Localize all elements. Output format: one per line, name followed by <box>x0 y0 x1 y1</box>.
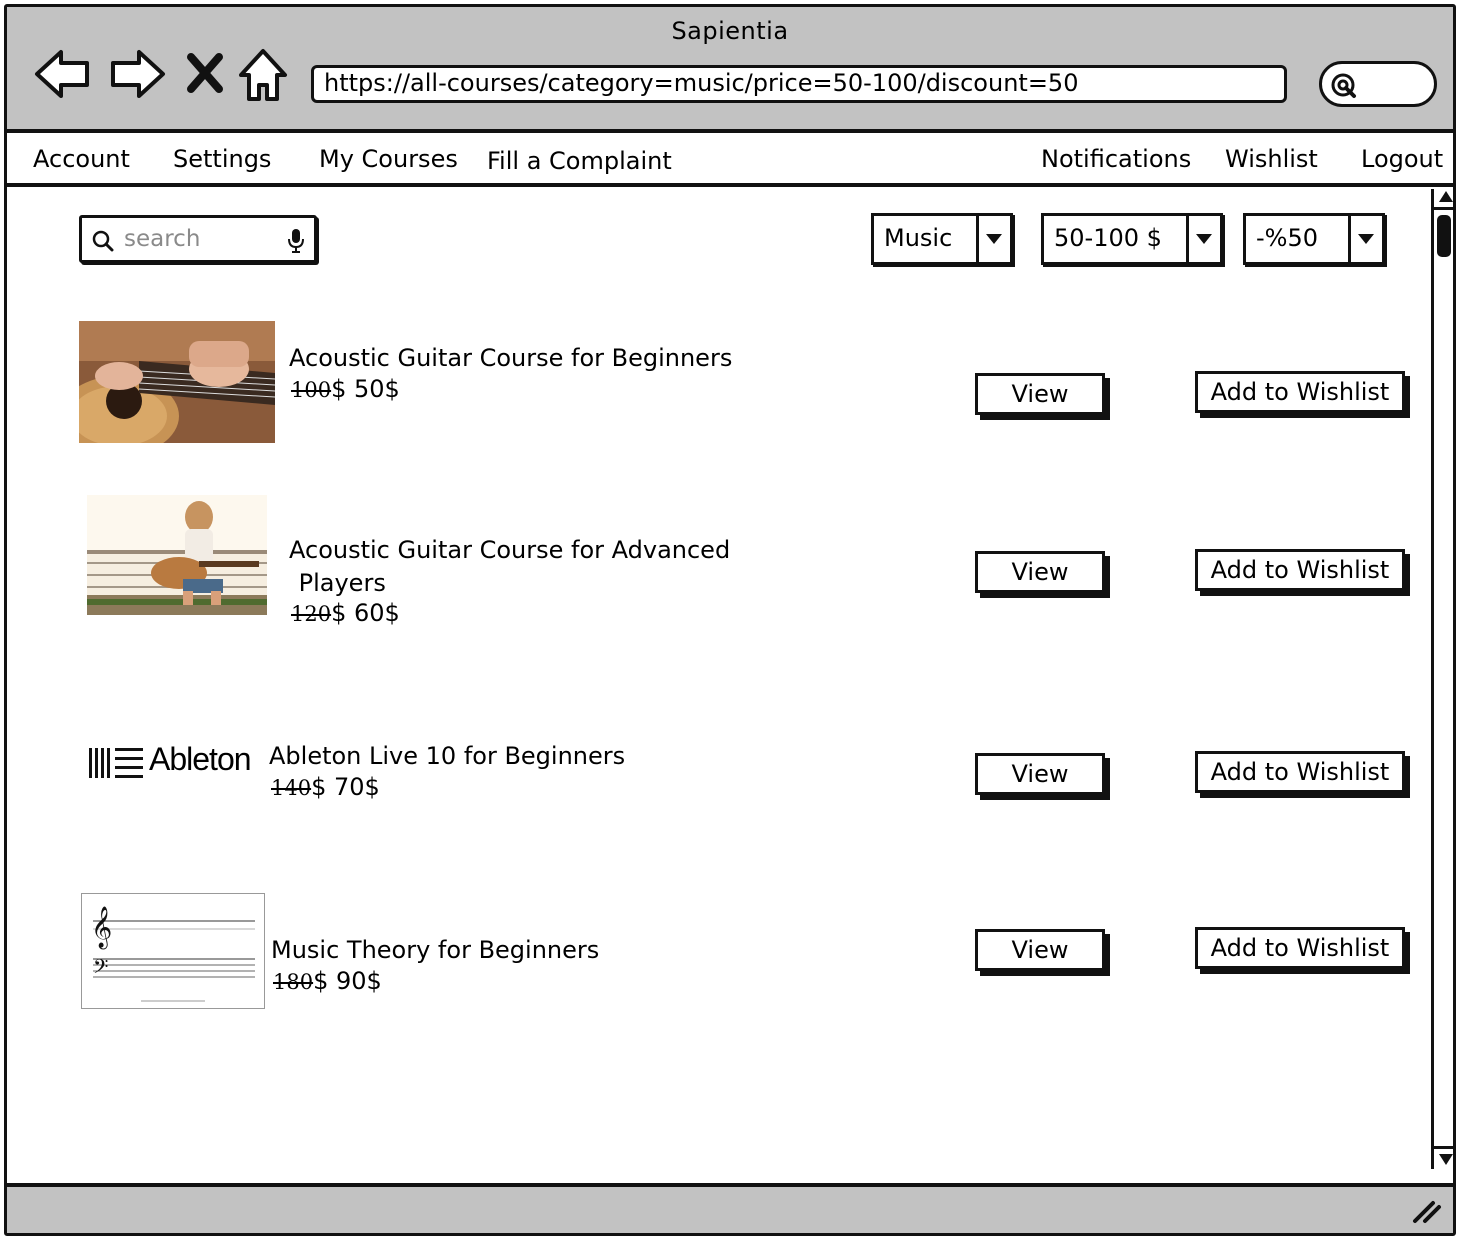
menu-account[interactable]: Account <box>33 145 130 173</box>
svg-text:𝄢: 𝄢 <box>93 955 108 983</box>
ableton-logo-text: Ableton <box>149 741 252 777</box>
menu-settings[interactable]: Settings <box>173 145 271 173</box>
home-icon[interactable] <box>237 47 289 103</box>
menu-logout[interactable]: Logout <box>1361 145 1443 173</box>
category-dropdown[interactable]: Music <box>871 213 1013 265</box>
resize-grip-icon[interactable] <box>1411 1197 1443 1225</box>
arrow-down-icon <box>1439 1154 1453 1165</box>
view-button[interactable]: View <box>975 373 1105 415</box>
add-to-wishlist-button[interactable]: Add to Wishlist <box>1195 751 1405 793</box>
scroll-down-button[interactable] <box>1434 1146 1453 1169</box>
guitar-closeup-photo <box>79 321 275 443</box>
scroll-up-button[interactable] <box>1434 189 1453 210</box>
address-bar[interactable]: https://all-courses/category=music/price… <box>311 65 1287 103</box>
course-title: Ableton Live 10 for Beginners <box>269 742 626 770</box>
view-button[interactable]: View <box>975 753 1105 795</box>
discount-dropdown[interactable]: -%50 <box>1243 213 1385 265</box>
category-value: Music <box>884 224 953 252</box>
back-arrow-icon[interactable] <box>33 47 93 101</box>
music-staff-sheet: 𝄞 𝄢 <box>81 893 265 1009</box>
svg-text:𝄞: 𝄞 <box>91 906 112 949</box>
browser-window: Sapientia https://all-courses/category=m… <box>4 4 1456 1236</box>
top-menu-bar: Account Settings My Courses Fill a Compl… <box>7 133 1453 187</box>
discounted-price: $ 50$ <box>331 375 400 403</box>
original-price: 120 <box>291 602 332 626</box>
course-title-continued: Players <box>291 569 386 597</box>
search-icon <box>92 230 114 252</box>
scroll-thumb[interactable] <box>1437 215 1451 257</box>
course-price: 180$ 90$ <box>273 967 382 995</box>
course-title: Acoustic Guitar Course for Advanced <box>289 536 731 564</box>
price-range-dropdown[interactable]: 50-100 $ <box>1041 213 1223 265</box>
original-price: 100 <box>291 378 332 402</box>
chevron-down-icon[interactable] <box>976 216 1010 262</box>
search-placeholder: search <box>124 226 201 252</box>
ableton-logo: Ableton <box>87 741 261 787</box>
add-to-wishlist-button[interactable]: Add to Wishlist <box>1195 371 1405 413</box>
arrow-up-icon <box>1439 191 1453 202</box>
vertical-scrollbar[interactable] <box>1431 189 1453 1169</box>
discounted-price: $ 70$ <box>311 773 380 801</box>
original-price: 140 <box>271 776 312 800</box>
stop-icon[interactable] <box>185 53 225 93</box>
course-title: Acoustic Guitar Course for Beginners <box>289 344 733 372</box>
ableton-bars-icon <box>89 748 143 778</box>
view-button[interactable]: View <box>975 929 1105 971</box>
course-price: 100$ 50$ <box>291 375 400 403</box>
window-title: Sapientia <box>671 17 789 45</box>
price-range-value: 50-100 $ <box>1054 224 1162 252</box>
forward-arrow-icon[interactable] <box>107 47 167 101</box>
discount-value: -%50 <box>1256 224 1319 252</box>
microphone-icon[interactable] <box>288 228 304 254</box>
course-price: 140$ 70$ <box>271 773 380 801</box>
course-search-input[interactable]: search <box>79 215 317 263</box>
view-button[interactable]: View <box>975 551 1105 593</box>
chevron-down-icon[interactable] <box>1348 216 1382 262</box>
search-icon <box>1331 73 1356 98</box>
woman-playing-guitar-photo <box>87 495 267 615</box>
menu-my-courses[interactable]: My Courses <box>319 145 458 173</box>
browser-search-field[interactable] <box>1319 61 1437 107</box>
menu-notifications[interactable]: Notifications <box>1041 145 1191 173</box>
course-price: 120$ 60$ <box>291 599 400 627</box>
status-bar <box>7 1183 1453 1233</box>
browser-titlebar: Sapientia https://all-courses/category=m… <box>7 7 1453 133</box>
discounted-price: $ 90$ <box>313 967 382 995</box>
course-title: Music Theory for Beginners <box>271 936 600 964</box>
original-price: 180 <box>273 970 314 994</box>
menu-fill-complaint[interactable]: Fill a Complaint <box>487 147 672 175</box>
course-list-page: search Music 50-100 $ -%50 Acoustic Guit… <box>7 187 1453 1187</box>
discounted-price: $ 60$ <box>331 599 400 627</box>
add-to-wishlist-button[interactable]: Add to Wishlist <box>1195 927 1405 969</box>
chevron-down-icon[interactable] <box>1186 216 1220 262</box>
menu-wishlist[interactable]: Wishlist <box>1225 145 1318 173</box>
add-to-wishlist-button[interactable]: Add to Wishlist <box>1195 549 1405 591</box>
